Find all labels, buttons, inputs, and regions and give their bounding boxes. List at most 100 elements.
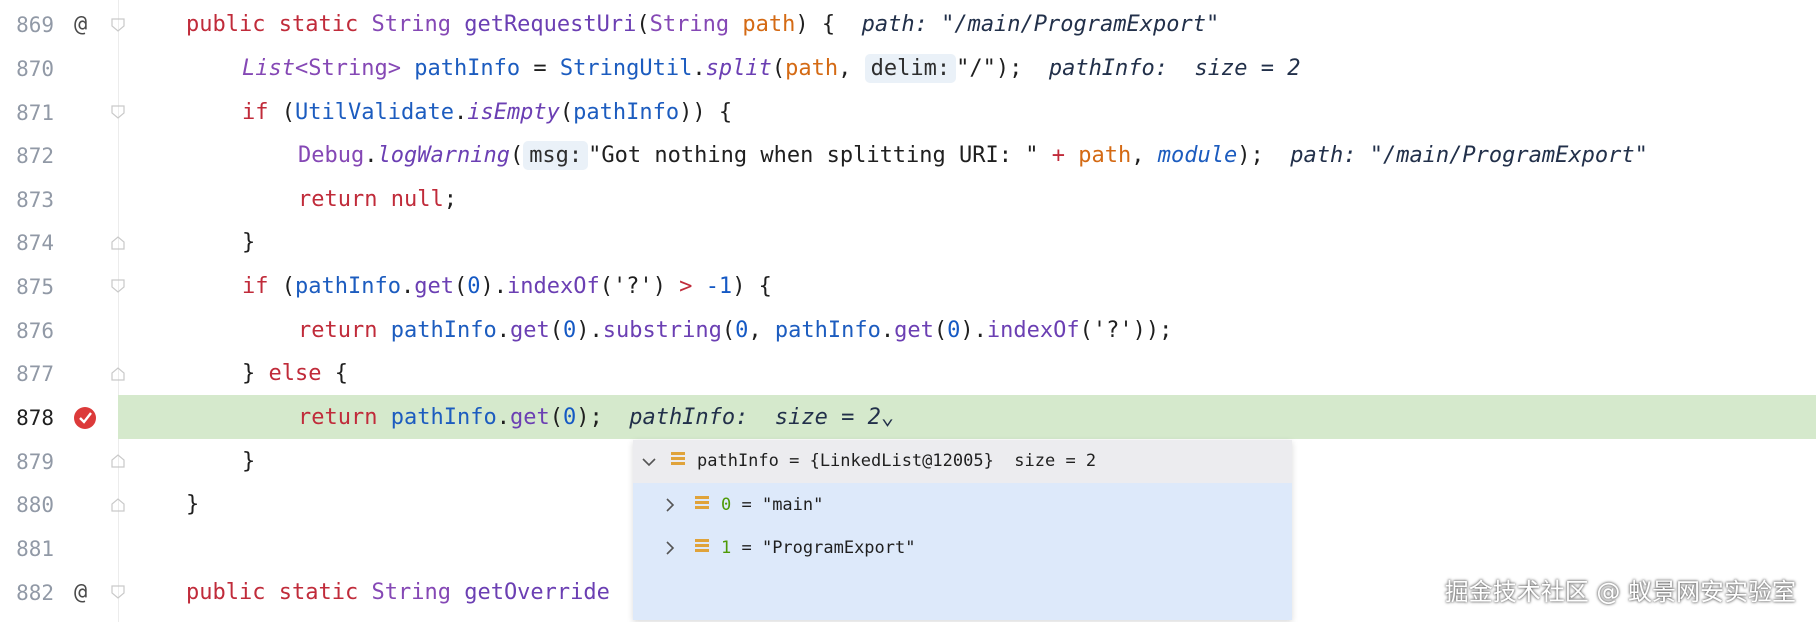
parameter: path — [785, 56, 839, 81]
code-line-874[interactable]: } — [242, 221, 255, 265]
chevron-right-icon[interactable] — [663, 497, 677, 513]
punct: { — [321, 361, 348, 386]
fold-close-icon[interactable] — [111, 367, 125, 381]
override-icon[interactable]: @ — [74, 14, 96, 36]
method-name: getOverride — [464, 580, 610, 605]
code-line-870[interactable]: List<String> pathInfo = StringUtil.split… — [242, 47, 1301, 91]
type: String — [371, 580, 451, 605]
line-number: 871 — [16, 101, 54, 125]
fold-close-icon[interactable] — [111, 236, 125, 250]
code-line-869[interactable]: public static String getRequestUri(Strin… — [186, 3, 1219, 47]
keyword: null — [390, 187, 444, 212]
method-name: indexOf — [506, 274, 600, 299]
fold-open-icon[interactable] — [111, 105, 125, 119]
popup-item-1[interactable]: 1 = "ProgramExport" — [721, 536, 915, 560]
punct: ). — [480, 274, 507, 299]
fold-open-icon[interactable] — [111, 279, 125, 293]
punct: . — [880, 318, 895, 343]
field: module — [1157, 143, 1238, 168]
punct: ( — [1079, 318, 1093, 343]
number: 0 — [467, 274, 481, 299]
code-line-875[interactable]: if (pathInfo.get(0).indexOf('?') > -1) { — [242, 265, 772, 309]
brace: } — [186, 492, 200, 517]
code-editor[interactable]: 869 870 871 872 873 874 875 876 877 878 … — [0, 0, 1816, 622]
number: 0 — [562, 318, 577, 343]
brace: } — [242, 449, 256, 474]
punct: ( — [549, 405, 563, 430]
type: List — [242, 56, 295, 81]
variable: pathInfo — [414, 56, 521, 81]
code-line-872[interactable]: Debug.logWarning(msg: "Got nothing when s… — [298, 134, 1648, 178]
punct: ( — [636, 12, 650, 37]
method-name: logWarning — [377, 143, 510, 168]
watermark-text: 掘金技术社区 @ 蚁景网安实验室 — [1444, 578, 1796, 606]
item-index: 1 — [721, 538, 732, 558]
class-name: StringUtil — [559, 56, 693, 81]
punct: ). — [576, 318, 603, 343]
code-line-873[interactable]: return null; — [298, 178, 457, 222]
code-line-879[interactable]: } — [242, 440, 255, 484]
punct: , — [1131, 143, 1158, 168]
chevron-right-icon[interactable] — [663, 540, 677, 556]
brace: } — [242, 230, 256, 255]
punct: ; — [443, 187, 457, 212]
popup-root-value[interactable]: pathInfo = {LinkedList@12005} size = 2 — [697, 449, 1096, 473]
punct: . — [400, 274, 415, 299]
method-name: get — [509, 405, 550, 430]
punct: ( — [453, 274, 468, 299]
char-literal: '?' — [1092, 318, 1133, 343]
keyword: public — [186, 580, 266, 605]
fold-close-icon[interactable] — [111, 454, 125, 468]
punct: ). — [960, 318, 987, 343]
breakpoint-icon[interactable] — [74, 407, 96, 429]
punct: ( — [599, 274, 613, 299]
code-line-877[interactable]: } else { — [242, 352, 348, 396]
line-number: 873 — [16, 188, 54, 212]
code-line-882[interactable]: public static String getOverride — [186, 571, 610, 615]
debug-value-hint[interactable]: pathInfo: size = 2 — [629, 405, 881, 430]
line-number: 874 — [16, 231, 54, 255]
code-line-871[interactable]: if (UtilValidate.isEmpty(pathInfo)) { — [242, 91, 732, 135]
keyword: return — [298, 318, 378, 343]
method-name: substring — [602, 318, 722, 343]
item-index: 0 — [721, 495, 732, 515]
punct: ) { — [732, 274, 772, 299]
punct: . — [496, 318, 510, 343]
line-number-current: 878 — [16, 406, 54, 430]
punct: ( — [509, 143, 524, 168]
override-icon[interactable]: @ — [74, 582, 96, 604]
punct: ( — [559, 100, 574, 125]
line-number: 881 — [16, 537, 54, 561]
debug-value-popup[interactable]: pathInfo = {LinkedList@12005} size = 2 0… — [633, 440, 1292, 620]
class-name: Debug — [298, 143, 365, 168]
number: -1 — [705, 274, 733, 299]
code-line-880[interactable]: } — [186, 483, 199, 527]
punct: ( — [268, 274, 295, 299]
variable: pathInfo — [774, 318, 881, 343]
punct: , — [838, 56, 865, 81]
debug-value-hint: pathInfo: size = 2 — [1048, 56, 1301, 81]
line-number: 870 — [16, 57, 54, 81]
fold-open-icon[interactable] — [111, 585, 125, 599]
punct: ); — [995, 56, 1023, 81]
punct: )); — [1132, 318, 1173, 343]
chevron-down-icon[interactable] — [641, 455, 657, 469]
operator: = — [520, 56, 560, 81]
code-line-876[interactable]: return pathInfo.get(0).substring(0, path… — [298, 309, 1172, 353]
keyword: return — [298, 187, 378, 212]
method-name: get — [894, 318, 934, 343]
chevron-down-icon[interactable]: ⌄ — [881, 405, 894, 430]
char-literal: '?' — [612, 274, 653, 299]
line-number: 875 — [16, 275, 54, 299]
string-literal: "/" — [956, 56, 996, 81]
field-icon — [671, 452, 685, 466]
method-name: isEmpty — [467, 100, 560, 125]
popup-item-0[interactable]: 0 = "main" — [721, 493, 823, 517]
generic: <String> — [294, 56, 401, 81]
fold-open-icon[interactable] — [111, 18, 125, 32]
type: String — [371, 12, 451, 37]
punct: ); — [1237, 143, 1264, 168]
code-line-878[interactable]: return pathInfo.get(0); pathInfo: size =… — [298, 396, 894, 440]
punct: ( — [268, 100, 295, 125]
fold-close-icon[interactable] — [111, 498, 125, 512]
